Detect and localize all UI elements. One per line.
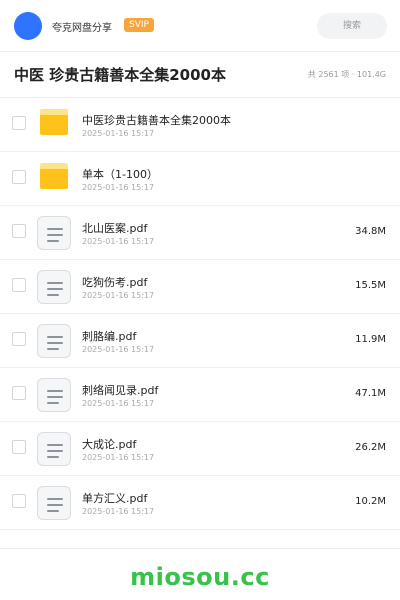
file-row[interactable]: 单方汇义.pdf 2025-01-16 15:17 10.2M (0, 476, 400, 530)
file-date: 2025-01-16 15:17 (82, 129, 155, 138)
file-name: 刺络闻见录.pdf (82, 384, 159, 397)
file-name: 北山医案.pdf (82, 222, 148, 235)
svip-badge: SVIP (124, 18, 154, 32)
file-name: 刺胳编.pdf (82, 330, 137, 343)
file-size: 26.2M (355, 442, 386, 453)
file-row[interactable]: 吃狗伤考.pdf 2025-01-16 15:17 15.5M (0, 260, 400, 314)
file-row[interactable]: 北山医案.pdf 2025-01-16 15:17 34.8M (0, 206, 400, 260)
file-size: 15.5M (355, 280, 386, 291)
folder-icon (40, 163, 68, 189)
avatar[interactable] (14, 12, 42, 40)
select-checkbox[interactable] (12, 332, 26, 346)
search-input[interactable]: 搜索 (317, 13, 387, 39)
file-size: 34.8M (355, 226, 386, 237)
select-checkbox[interactable] (12, 116, 26, 130)
file-date: 2025-01-16 15:17 (82, 399, 155, 408)
file-row[interactable]: 刺络闻见录.pdf 2025-01-16 15:17 47.1M (0, 368, 400, 422)
share-owner-name: 夸克网盘分享 (52, 23, 112, 34)
document-icon (37, 486, 71, 520)
file-date: 2025-01-16 15:17 (82, 507, 155, 516)
document-icon (37, 378, 71, 412)
title-row: 中医 珍贵古籍善本全集2000本 共 2561 项 · 101.4G (0, 52, 400, 98)
file-size: 47.1M (355, 388, 386, 399)
top-bar: 夸克网盘分享 SVIP 搜索 (0, 0, 400, 52)
document-icon (37, 216, 71, 250)
document-icon (37, 270, 71, 304)
select-checkbox[interactable] (12, 278, 26, 292)
file-name: 单本（1-100） (82, 168, 158, 181)
file-name: 吃狗伤考.pdf (82, 276, 148, 289)
page-title: 中医 珍贵古籍善本全集2000本 (14, 66, 226, 84)
file-date: 2025-01-16 15:17 (82, 345, 155, 354)
folder-icon (40, 109, 68, 135)
file-date: 2025-01-16 15:17 (82, 237, 155, 246)
file-row[interactable]: 刺胳编.pdf 2025-01-16 15:17 11.9M (0, 314, 400, 368)
select-checkbox[interactable] (12, 440, 26, 454)
document-icon (37, 324, 71, 358)
file-size: 11.9M (355, 334, 386, 345)
file-name: 单方汇义.pdf (82, 492, 148, 505)
select-checkbox[interactable] (12, 386, 26, 400)
footer: miosou.cc (0, 548, 400, 600)
file-row[interactable]: 单本（1-100） 2025-01-16 15:17 (0, 152, 400, 206)
site-brand: miosou.cc (130, 563, 270, 591)
file-list: 中医珍贵古籍善本全集2000本 2025-01-16 15:17 单本（1-10… (0, 98, 400, 530)
file-name: 中医珍贵古籍善本全集2000本 (82, 114, 231, 127)
select-checkbox[interactable] (12, 224, 26, 238)
file-date: 2025-01-16 15:17 (82, 453, 155, 462)
file-row[interactable]: 中医珍贵古籍善本全集2000本 2025-01-16 15:17 (0, 98, 400, 152)
file-size: 10.2M (355, 496, 386, 507)
select-checkbox[interactable] (12, 494, 26, 508)
document-icon (37, 432, 71, 466)
select-checkbox[interactable] (12, 170, 26, 184)
item-count-summary: 共 2561 项 · 101.4G (307, 70, 386, 79)
file-row[interactable]: 大成论.pdf 2025-01-16 15:17 26.2M (0, 422, 400, 476)
file-date: 2025-01-16 15:17 (82, 291, 155, 300)
file-date: 2025-01-16 15:17 (82, 183, 155, 192)
file-name: 大成论.pdf (82, 438, 137, 451)
